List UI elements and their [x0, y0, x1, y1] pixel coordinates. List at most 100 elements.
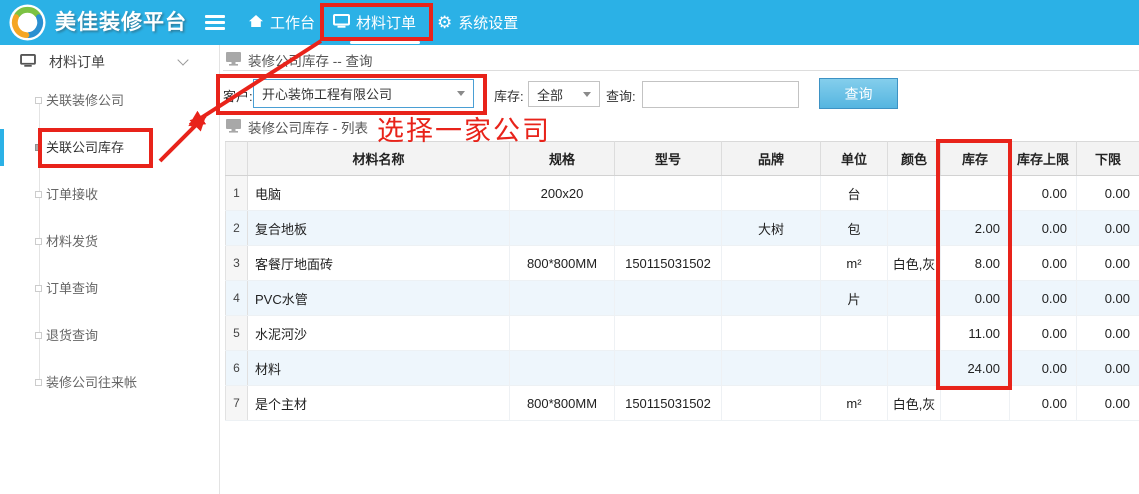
col-header-lower[interactable]: 下限: [1077, 142, 1139, 176]
table-row[interactable]: 5 水泥河沙 11.00 0.00 0.00: [226, 316, 1139, 351]
cell-model: [615, 176, 722, 211]
sidebar-item-label: 材料发货: [46, 234, 98, 249]
table-row[interactable]: 6 材料 24.00 0.00 0.00: [226, 351, 1139, 386]
tree-bullet-icon: [35, 191, 42, 198]
cell-unit: 台: [821, 176, 888, 211]
table-header-row: 材料名称 规格 型号 品牌 单位 颜色 库存 库存上限 下限: [226, 142, 1139, 176]
cell-stock: 8.00: [941, 246, 1010, 281]
search-input[interactable]: [642, 81, 799, 108]
cell-spec: [510, 211, 615, 246]
customer-select[interactable]: 开心装饰工程有限公司: [253, 79, 474, 108]
tree-bullet-icon: [35, 238, 42, 245]
nav-item-label: 工作台: [270, 12, 315, 33]
cell-lower: 0.00: [1077, 281, 1139, 316]
cell-stock-upper: 0.00: [1010, 386, 1077, 421]
chevron-down-icon: [177, 54, 188, 65]
cell-lower: 0.00: [1077, 316, 1139, 351]
cell-stock-upper: 0.00: [1010, 176, 1077, 211]
col-header-stock[interactable]: 库存: [941, 142, 1010, 176]
monitor-icon: [226, 119, 241, 136]
cell-model: 150115031502: [615, 386, 722, 421]
sidebar-item-return-query[interactable]: 退货查询: [0, 312, 219, 359]
cell-rownum: 3: [226, 246, 248, 281]
col-header-color[interactable]: 颜色: [888, 142, 941, 176]
cell-brand: [722, 386, 821, 421]
gear-icon: ⚙: [437, 14, 452, 31]
cell-color: 白色,灰: [888, 386, 941, 421]
col-header-spec[interactable]: 规格: [510, 142, 615, 176]
main-content: 装修公司库存 -- 查询 客户: 开心装饰工程有限公司 库存: 全部 查询: 查…: [221, 45, 1139, 494]
cell-spec: [510, 281, 615, 316]
cell-color: 白色,灰: [888, 246, 941, 281]
cell-model: [615, 351, 722, 386]
sidebar-item-order-query[interactable]: 订单查询: [0, 265, 219, 312]
col-header-model[interactable]: 型号: [615, 142, 722, 176]
list-section-title: 装修公司库存 - 列表: [226, 117, 368, 137]
section-title-text: 装修公司库存 -- 查询: [248, 50, 373, 70]
nav-item-workbench[interactable]: 工作台: [248, 0, 315, 45]
sidebar-item-company-stock[interactable]: 关联公司库存: [0, 124, 219, 171]
monitor-icon: [20, 54, 36, 70]
nav-item-material-orders[interactable]: 材料订单: [333, 0, 416, 45]
col-header-unit[interactable]: 单位: [821, 142, 888, 176]
cell-stock-upper: 0.00: [1010, 211, 1077, 246]
stock-filter-select[interactable]: 全部: [528, 81, 600, 107]
caret-down-icon: [457, 91, 465, 96]
tree-bullet-icon: [35, 285, 42, 292]
nav-item-system-settings[interactable]: ⚙ 系统设置: [437, 0, 518, 45]
cell-model: 150115031502: [615, 246, 722, 281]
table-row[interactable]: 3 客餐厅地面砖 800*800MM 150115031502 m² 白色,灰 …: [226, 246, 1139, 281]
sidebar-group-material-orders[interactable]: 材料订单: [0, 45, 219, 78]
cell-stock: [941, 386, 1010, 421]
cell-brand: [722, 281, 821, 316]
table-row[interactable]: 1 电脑 200x20 台 0.00 0.00: [226, 176, 1139, 211]
cell-stock: 11.00: [941, 316, 1010, 351]
search-label: 查询:: [606, 86, 636, 105]
sidebar-group-label: 材料订单: [49, 52, 105, 72]
sidebar-item-label: 订单接收: [46, 187, 98, 202]
hamburger-icon[interactable]: [205, 15, 225, 31]
cell-lower: 0.00: [1077, 386, 1139, 421]
cell-stock-upper: 0.00: [1010, 246, 1077, 281]
cell-unit: m²: [821, 246, 888, 281]
cell-spec: 800*800MM: [510, 246, 615, 281]
cell-rownum: 2: [226, 211, 248, 246]
cell-stock: 24.00: [941, 351, 1010, 386]
cell-lower: 0.00: [1077, 176, 1139, 211]
cell-spec: [510, 351, 615, 386]
section-title-text: 装修公司库存 - 列表: [248, 117, 368, 137]
table-row[interactable]: 7 是个主材 800*800MM 150115031502 m² 白色,灰 0.…: [226, 386, 1139, 421]
brand-logo-icon: [8, 3, 47, 42]
col-header-brand[interactable]: 品牌: [722, 142, 821, 176]
col-header-material-name[interactable]: 材料名称: [248, 142, 510, 176]
cell-stock-upper: 0.00: [1010, 316, 1077, 351]
sidebar-item-label: 装修公司往来帐: [46, 375, 137, 390]
sidebar-item-linked-companies[interactable]: 关联装修公司: [0, 77, 219, 124]
cell-brand: [722, 176, 821, 211]
cell-material-name: 材料: [248, 351, 510, 386]
sidebar-item-company-accounts[interactable]: 装修公司往来帐: [0, 359, 219, 406]
table-row[interactable]: 4 PVC水管 片 0.00 0.00 0.00: [226, 281, 1139, 316]
cell-rownum: 6: [226, 351, 248, 386]
query-section-title: 装修公司库存 -- 查询: [226, 50, 373, 70]
cell-material-name: 复合地板: [248, 211, 510, 246]
cell-color: [888, 281, 941, 316]
col-header-stock-upper[interactable]: 库存上限: [1010, 142, 1077, 176]
query-button[interactable]: 查询: [819, 78, 898, 109]
monitor-icon: [226, 52, 241, 69]
sidebar-item-order-receive[interactable]: 订单接收: [0, 171, 219, 218]
cell-material-name: 电脑: [248, 176, 510, 211]
cell-brand: [722, 246, 821, 281]
sidebar-item-material-ship[interactable]: 材料发货: [0, 218, 219, 265]
col-header-rownum: [226, 142, 248, 176]
cell-lower: 0.00: [1077, 211, 1139, 246]
brand-title: 美佳装修平台: [55, 0, 187, 45]
section-divider: [223, 70, 1139, 71]
cell-unit: 包: [821, 211, 888, 246]
cell-material-name: 水泥河沙: [248, 316, 510, 351]
nav-item-label: 材料订单: [356, 12, 416, 33]
cell-stock: 2.00: [941, 211, 1010, 246]
cell-unit: [821, 316, 888, 351]
cell-stock-upper: 0.00: [1010, 281, 1077, 316]
table-row[interactable]: 2 复合地板 大树 包 2.00 0.00 0.00: [226, 211, 1139, 246]
